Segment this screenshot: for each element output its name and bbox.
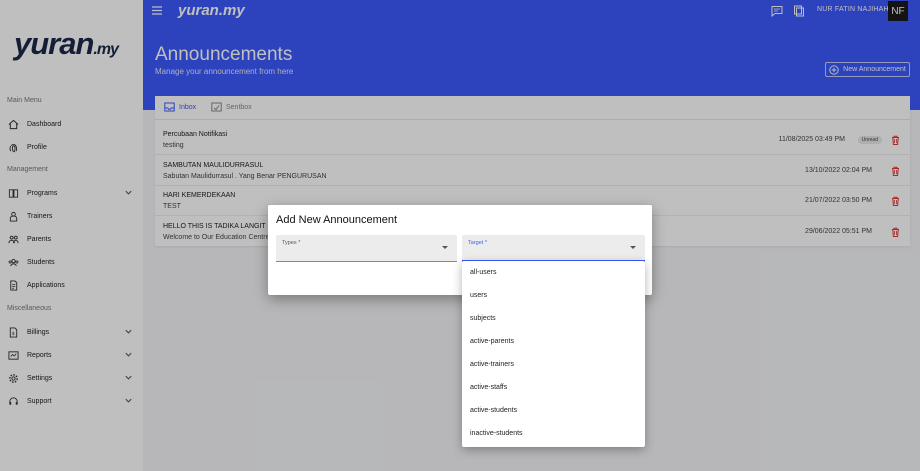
menu-item-active-staffs[interactable]: active-staffs xyxy=(462,376,645,399)
menu-item-active-parents[interactable]: active-parents xyxy=(462,330,645,353)
target-label: Target * xyxy=(468,240,487,246)
dropdown-arrow-icon xyxy=(442,246,448,249)
types-select[interactable]: Types * xyxy=(276,235,457,262)
menu-item-all-users[interactable]: all-users xyxy=(462,261,645,284)
dialog-title: Add New Announcement xyxy=(276,214,398,226)
menu-item-inactive-students[interactable]: inactive-students xyxy=(462,422,645,445)
types-label: Types * xyxy=(282,240,301,246)
dropdown-arrow-icon xyxy=(630,246,636,249)
menu-item-users[interactable]: users xyxy=(462,284,645,307)
menu-item-active-trainers[interactable]: active-trainers xyxy=(462,353,645,376)
target-select[interactable]: Target * xyxy=(462,235,645,262)
menu-item-subjects[interactable]: subjects xyxy=(462,307,645,330)
target-dropdown-menu: all-users users subjects active-parents … xyxy=(462,261,645,447)
menu-item-active-students[interactable]: active-students xyxy=(462,399,645,422)
